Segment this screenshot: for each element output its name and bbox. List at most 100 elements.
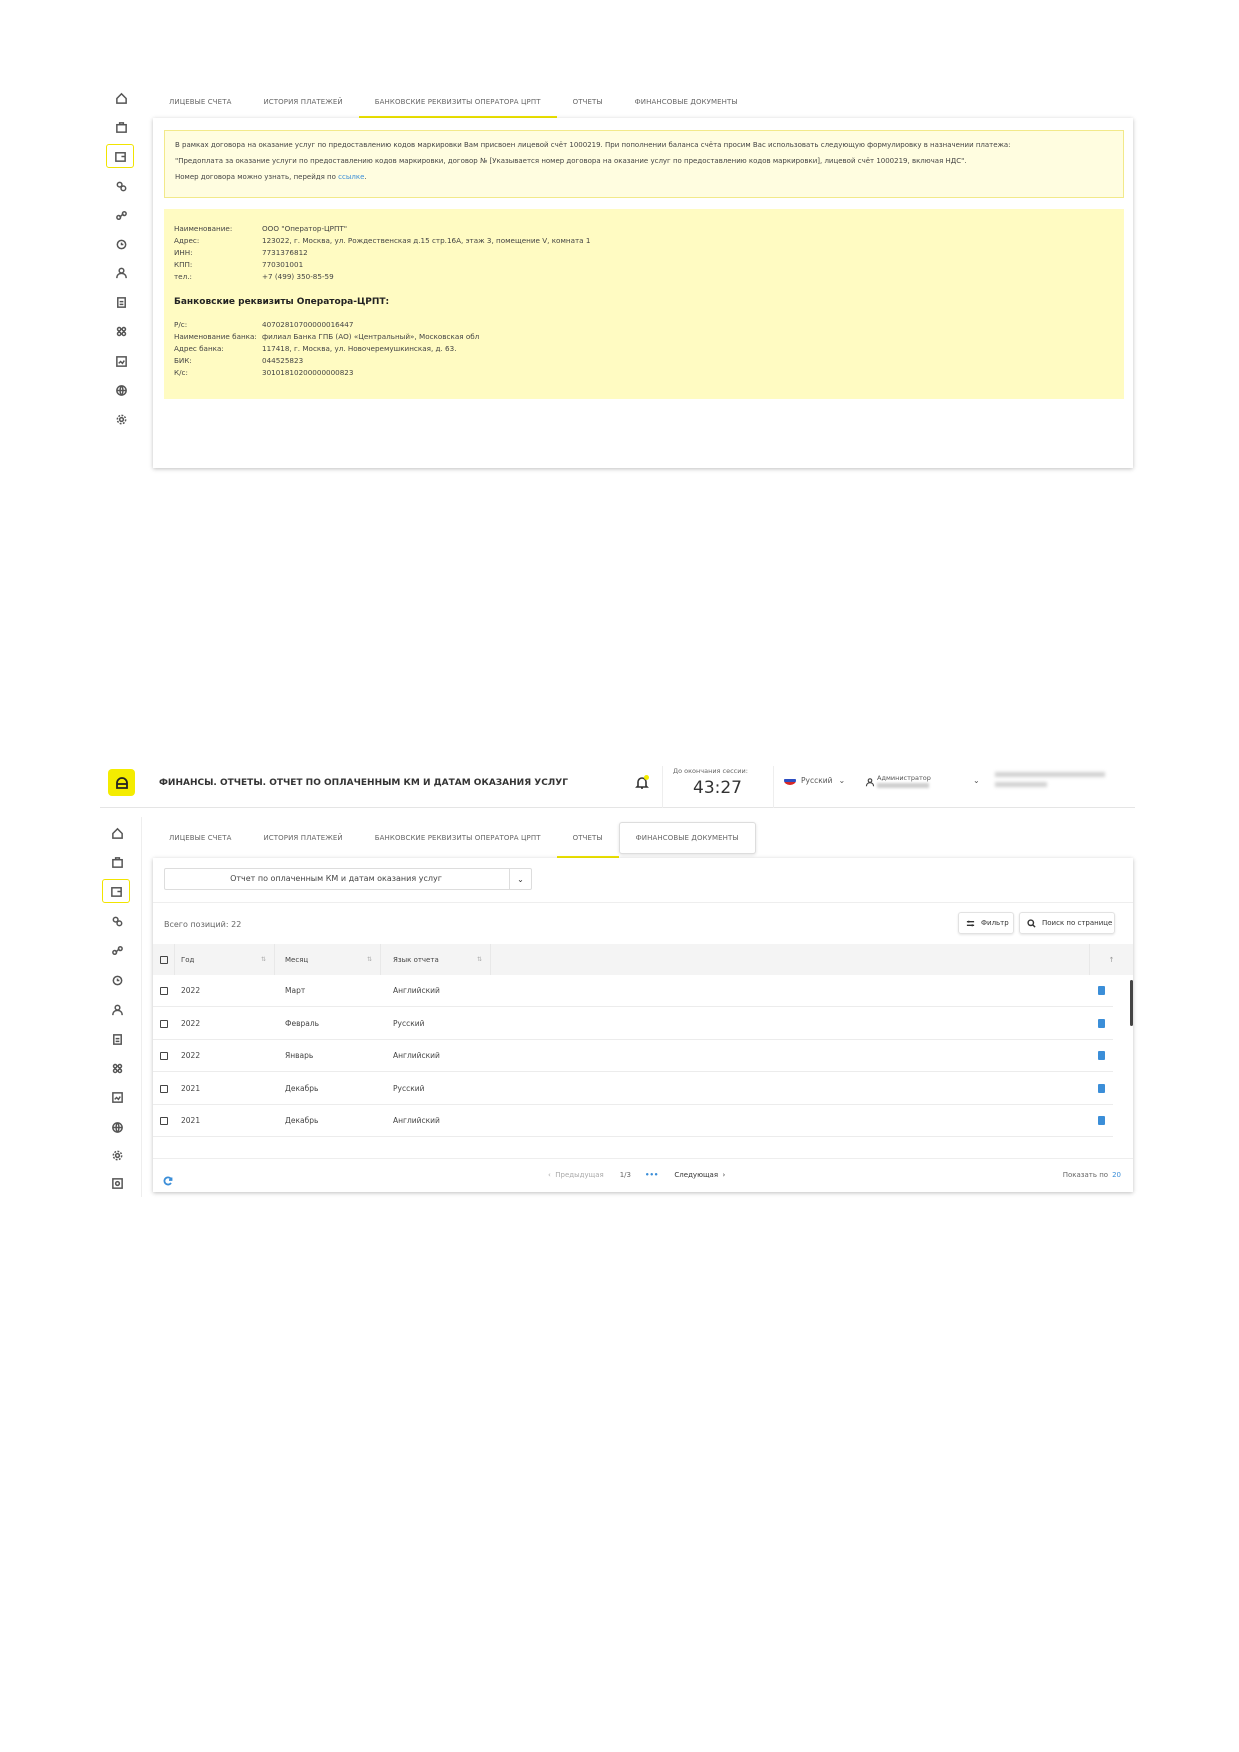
chart-icon[interactable] bbox=[104, 351, 138, 371]
cell-year: 2021 bbox=[181, 1116, 201, 1125]
briefcase-icon[interactable] bbox=[104, 117, 138, 137]
notice-line-3: Номер договора можно узнать, перейдя по … bbox=[175, 173, 367, 181]
table-row[interactable]: 2021 Декабрь Русский bbox=[153, 1073, 1113, 1105]
table-row[interactable]: 2022 Март Английский bbox=[153, 975, 1113, 1007]
tab-payment-history[interactable]: История платежей bbox=[247, 86, 358, 118]
notification-dot bbox=[644, 775, 649, 780]
wallet-icon[interactable] bbox=[106, 144, 134, 168]
logo-icon[interactable] bbox=[108, 769, 135, 796]
bank-account-row: Р/с: 40702810700000016447 bbox=[174, 320, 354, 329]
document-icon[interactable] bbox=[100, 1029, 134, 1049]
chart-icon[interactable] bbox=[100, 1087, 134, 1107]
cell-language: Английский bbox=[393, 1116, 440, 1125]
tab-bank-requisites[interactable]: Банковские реквизиты оператора ЦРПТ bbox=[359, 818, 557, 858]
select-all-checkbox[interactable] bbox=[159, 955, 168, 964]
cubes-icon[interactable] bbox=[104, 176, 138, 196]
column-month[interactable]: Месяц ⇅ bbox=[275, 944, 381, 975]
row-checkbox[interactable] bbox=[160, 1019, 168, 1028]
download-document-icon[interactable] bbox=[1098, 986, 1105, 995]
cell-month: Декабрь bbox=[285, 1116, 319, 1125]
table-row[interactable]: 2022 Январь Английский bbox=[153, 1040, 1113, 1072]
column-year[interactable]: Год ⇅ bbox=[175, 944, 275, 975]
bank-requisites-panel: В рамках договора на оказание услуг по п… bbox=[153, 118, 1133, 468]
pagination: ‹ Предыдущая 1/3 ••• Следующая › bbox=[548, 1171, 725, 1179]
table-scrollbar[interactable] bbox=[1130, 980, 1133, 1026]
russia-flag-icon bbox=[784, 776, 796, 785]
gear-icon[interactable] bbox=[100, 1145, 134, 1165]
cubes-icon[interactable] bbox=[100, 911, 134, 931]
divider bbox=[153, 902, 1133, 903]
cell-language: Английский bbox=[393, 1051, 440, 1060]
globe-icon[interactable] bbox=[104, 380, 138, 400]
total-count: Всего позиций: 22 bbox=[164, 920, 242, 929]
page-title: ФИНАНСЫ. ОТЧЕТЫ. ОТЧЕТ ПО ОПЛАЧЕННЫМ КМ … bbox=[159, 778, 568, 788]
top-header: ФИНАНСЫ. ОТЧЕТЫ. ОТЧЕТ ПО ОПЛАЧЕННЫМ КМ … bbox=[100, 766, 1135, 808]
prev-page-button[interactable]: ‹ Предыдущая bbox=[548, 1171, 604, 1179]
table-row[interactable]: 2021 Декабрь Английский bbox=[153, 1105, 1113, 1137]
sidebar-bottom bbox=[96, 817, 142, 1197]
cell-year: 2022 bbox=[181, 1051, 201, 1060]
language-select[interactable]: Русский ⌄ bbox=[784, 776, 845, 785]
grid-icon[interactable] bbox=[100, 1058, 134, 1078]
globe-icon[interactable] bbox=[100, 1117, 134, 1137]
download-document-icon[interactable] bbox=[1098, 1116, 1105, 1125]
org-inn-row: ИНН: 7731376812 bbox=[174, 248, 308, 257]
sidebar-top bbox=[100, 88, 142, 438]
wallet-icon[interactable] bbox=[102, 879, 130, 903]
tab-bank-requisites[interactable]: Банковские реквизиты оператора ЦРПТ bbox=[358, 86, 557, 118]
tab-payment-history[interactable]: История платежей bbox=[247, 818, 358, 858]
settings-box-icon[interactable] bbox=[100, 1173, 134, 1193]
tab-accounts[interactable]: Лицевые счета bbox=[153, 818, 247, 858]
row-checkbox[interactable] bbox=[160, 1084, 168, 1093]
notice-line-2: "Предоплата за оказание услуги по предос… bbox=[175, 157, 967, 165]
tab-reports[interactable]: Отчеты bbox=[556, 818, 619, 858]
user-icon[interactable] bbox=[104, 262, 138, 282]
bank-bik-row: БИК: 044525823 bbox=[174, 356, 304, 365]
org-address-row: Адрес: 123022, г. Москва, ул. Рождественс… bbox=[174, 236, 591, 245]
filter-icon bbox=[966, 920, 975, 926]
history-icon[interactable] bbox=[104, 234, 138, 254]
refresh-icon[interactable] bbox=[163, 1171, 173, 1186]
cell-month: Февраль bbox=[285, 1019, 320, 1028]
search-on-page-button[interactable]: Поиск по странице bbox=[1019, 912, 1115, 934]
column-report-language[interactable]: Язык отчета ⇅ bbox=[381, 944, 491, 975]
cell-month: Март bbox=[285, 986, 306, 995]
row-checkbox[interactable] bbox=[160, 1051, 168, 1060]
home-icon[interactable] bbox=[100, 823, 134, 843]
notifications-bell-icon[interactable] bbox=[635, 775, 653, 793]
download-document-icon[interactable] bbox=[1098, 1084, 1105, 1093]
tab-reports[interactable]: Отчеты bbox=[557, 86, 619, 118]
briefcase-icon[interactable] bbox=[100, 852, 134, 872]
cell-language: Русский bbox=[393, 1084, 425, 1093]
filter-button[interactable]: Фильтр bbox=[958, 912, 1014, 934]
download-document-icon[interactable] bbox=[1098, 1051, 1105, 1060]
home-icon[interactable] bbox=[104, 88, 138, 108]
tab-accounts[interactable]: Лицевые счета bbox=[153, 86, 247, 118]
bank-name-row: Наименование банка: филиал Банка ГПБ (АО)… bbox=[174, 332, 480, 341]
next-page-button[interactable]: Следующая › bbox=[674, 1171, 725, 1179]
tab-financial-documents[interactable]: Финансовые документы bbox=[619, 86, 754, 118]
more-pages-button[interactable]: ••• bbox=[645, 1171, 658, 1179]
document-icon[interactable] bbox=[104, 292, 138, 312]
grid-icon[interactable] bbox=[104, 321, 138, 341]
link-icon[interactable] bbox=[104, 205, 138, 225]
history-icon[interactable] bbox=[100, 970, 134, 990]
row-checkbox[interactable] bbox=[160, 986, 168, 995]
cell-year: 2021 bbox=[181, 1084, 201, 1093]
cell-month: Декабрь bbox=[285, 1084, 319, 1093]
report-type-select[interactable]: Отчет по оплаченным КМ и датам оказания … bbox=[164, 868, 532, 890]
column-actions[interactable]: ↑ bbox=[1089, 944, 1133, 975]
table-row[interactable]: 2022 Февраль Русский bbox=[153, 1008, 1113, 1040]
page-indicator: 1/3 bbox=[619, 1171, 631, 1179]
row-checkbox[interactable] bbox=[160, 1116, 168, 1125]
link-icon[interactable] bbox=[100, 940, 134, 960]
per-page-select[interactable]: Показать по 20 bbox=[1063, 1171, 1121, 1179]
bank-requisites-title: Банковские реквизиты Оператора-ЦРПТ: bbox=[174, 297, 390, 307]
user-icon[interactable] bbox=[100, 999, 134, 1019]
contract-link[interactable]: ссылке bbox=[338, 173, 364, 181]
chevron-down-icon[interactable]: ⌄ bbox=[509, 869, 531, 889]
gear-icon[interactable] bbox=[104, 409, 138, 429]
select-all-checkbox-cell bbox=[153, 944, 175, 975]
tab-financial-documents[interactable]: Финансовые документы bbox=[618, 822, 756, 854]
download-document-icon[interactable] bbox=[1098, 1019, 1105, 1028]
